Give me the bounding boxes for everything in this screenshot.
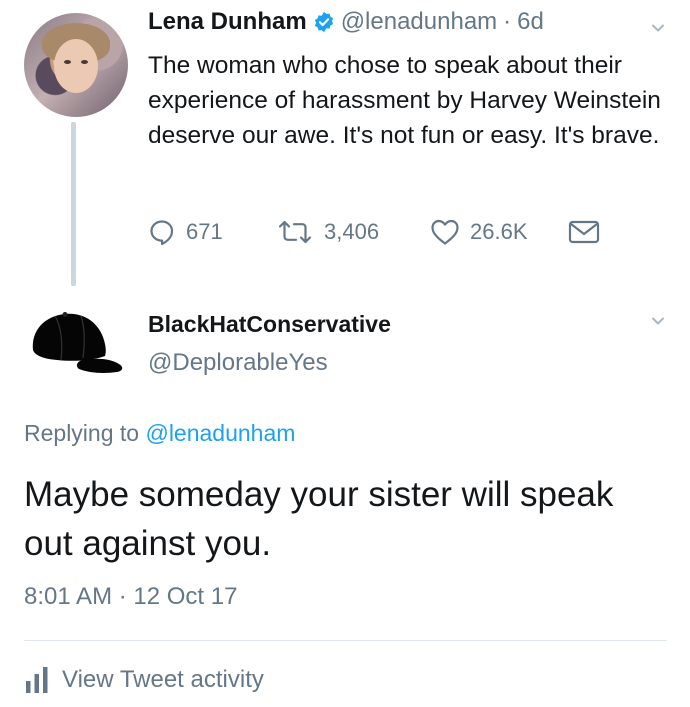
replying-to: Replying to @lenadunham bbox=[24, 420, 295, 447]
view-activity-label: View Tweet activity bbox=[62, 666, 264, 693]
chevron-down-icon[interactable] bbox=[651, 314, 665, 333]
direct-message-action[interactable] bbox=[568, 215, 600, 249]
time-ago[interactable]: 6d bbox=[517, 8, 544, 36]
retweet-action[interactable]: 3,406 bbox=[276, 215, 379, 249]
verified-badge-icon bbox=[313, 11, 335, 33]
like-action[interactable]: 26.6K bbox=[430, 215, 528, 249]
view-tweet-activity[interactable]: View Tweet activity bbox=[24, 666, 264, 694]
thread-connector-line bbox=[71, 122, 76, 286]
retweet-count: 3,406 bbox=[324, 219, 380, 244]
separator-dot: · bbox=[503, 8, 512, 35]
avatar-lena-dunham[interactable] bbox=[24, 13, 128, 117]
reply-action[interactable]: 671 bbox=[148, 215, 223, 249]
replying-to-handle-link[interactable]: @lenadunham bbox=[145, 420, 295, 446]
author-handle[interactable]: @lenadunham bbox=[341, 8, 497, 36]
reply-text: Maybe someday your sister will speak out… bbox=[24, 475, 614, 563]
reply-author-name[interactable]: BlackHatConservative bbox=[148, 311, 391, 338]
chevron-down-icon[interactable] bbox=[651, 21, 665, 40]
reply-icon bbox=[148, 218, 176, 246]
reply-count: 671 bbox=[186, 219, 223, 244]
retweet-icon bbox=[276, 218, 314, 246]
replying-prefix: Replying to bbox=[24, 420, 146, 446]
tweet-text: The woman who chose to speak about their… bbox=[148, 52, 661, 149]
tweet-header: Lena Dunham @lenadunham · 6d bbox=[148, 8, 544, 36]
author-name[interactable]: Lena Dunham bbox=[148, 8, 307, 36]
dm-icon bbox=[568, 219, 600, 245]
reply-timestamp[interactable]: 8:01 AM · 12 Oct 17 bbox=[24, 583, 237, 611]
activity-bars-icon bbox=[24, 666, 50, 694]
avatar-black-hat[interactable] bbox=[21, 302, 127, 382]
divider bbox=[24, 640, 667, 641]
like-count: 26.6K bbox=[470, 219, 528, 244]
like-icon bbox=[430, 218, 460, 246]
reply-author-handle[interactable]: @DeplorableYes bbox=[148, 349, 328, 377]
